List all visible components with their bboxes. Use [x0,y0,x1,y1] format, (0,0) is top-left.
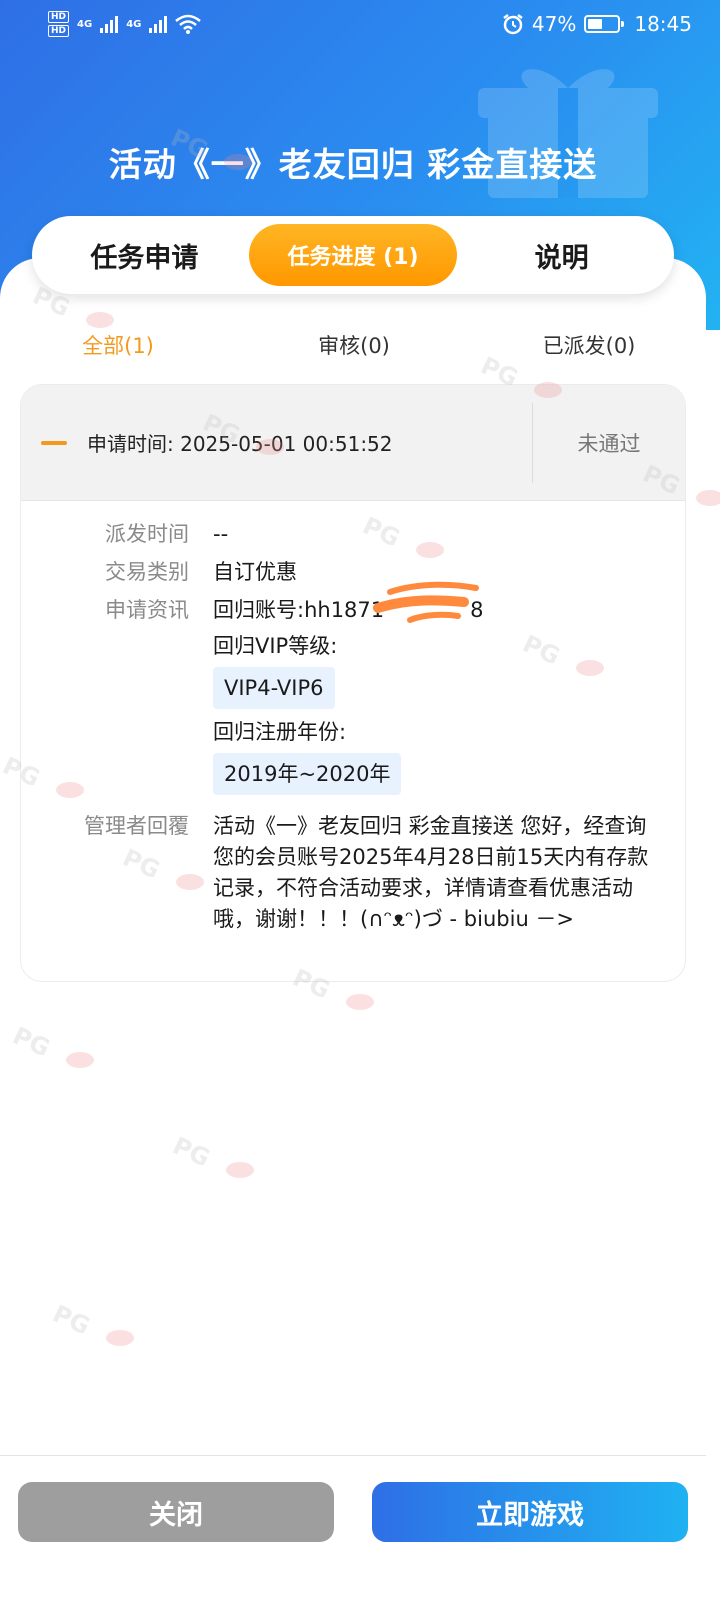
battery-icon [584,15,625,33]
record-card: 申请时间: 2025-05-01 00:51:52 未通过 派发时间 -- 交易… [20,384,686,982]
filter-all[interactable]: 全部(1) [0,326,236,366]
tab-task-apply[interactable]: 任务申请 [40,224,249,286]
dispatch-row: 派发时间 -- [21,519,685,549]
collapse-icon[interactable] [41,440,67,445]
info-row: 申请资讯 回归账号:hh1871 8 回归VIP等级: VIP4-VIP6 回归注… [21,595,685,803]
reply-value: 活动《一》老友回归 彩金直接送 您好，经查询您的会员账号2025年4月28日前1… [213,814,649,931]
play-now-button[interactable]: 立即游戏 [372,1482,688,1542]
alarm-icon [503,14,523,35]
vip-label: 回归VIP等级: [213,634,338,658]
network-type-1: 4G [77,18,93,30]
hd-label-1: HD [48,11,70,23]
status-left: HD HD 4G 4G [48,11,202,37]
hd-label-2: HD [48,25,70,37]
page-title: 活动《一》老友回归 彩金直接送 [108,145,598,184]
tab-task-progress[interactable]: 任务进度 (1) [248,224,458,286]
reg-year-chip: 2019年~2020年 [213,753,402,795]
status-badge: 未通过 [577,431,641,456]
signal-icon [149,15,168,33]
dispatch-value: -- [213,522,229,546]
vip-chip: VIP4-VIP6 [213,667,335,709]
reg-label: 回归注册年份: [213,720,347,744]
apply-time: 申请时间: 2025-05-01 00:51:52 [87,432,393,456]
info-label: 申请资讯 [105,598,189,622]
reply-row: 管理者回覆 活动《一》老友回归 彩金直接送 您好，经查询您的会员账号2025年4… [21,811,685,935]
signal-icon [100,15,119,33]
filter-dispatched[interactable]: 已派发(0) [472,326,706,366]
hd-icon: HD HD [48,11,70,37]
main-tabs: 任务申请 任务进度 (1) 说明 [32,216,674,294]
status-bar: HD HD 4G 4G 47% 18:45 [0,0,720,48]
dispatch-label: 派发时间 [105,522,189,546]
filter-tabs: 全部(1) 审核(0) 已派发(0) [0,326,706,366]
reply-label: 管理者回覆 [84,814,189,838]
clock: 18:45 [634,12,692,36]
tab-description[interactable]: 说明 [457,224,666,286]
wifi-icon [175,14,202,34]
type-label: 交易类别 [105,560,189,584]
redaction-scribble [373,581,479,623]
record-header[interactable]: 申请时间: 2025-05-01 00:51:52 未通过 [21,385,685,501]
close-button[interactable]: 关闭 [18,1482,334,1542]
battery-percent: 47% [531,12,577,36]
type-row: 交易类别 自订优惠 [21,557,685,587]
record-details: 派发时间 -- 交易类别 自订优惠 申请资讯 回归账号:hh1871 8 回归VI… [21,519,685,943]
network-type-2: 4G [126,18,142,30]
footer-divider [0,1455,706,1456]
account-value: 回归账号:hh1871 [213,598,385,622]
filter-review[interactable]: 审核(0) [236,326,472,366]
status-right: 47% 18:45 [502,12,692,36]
